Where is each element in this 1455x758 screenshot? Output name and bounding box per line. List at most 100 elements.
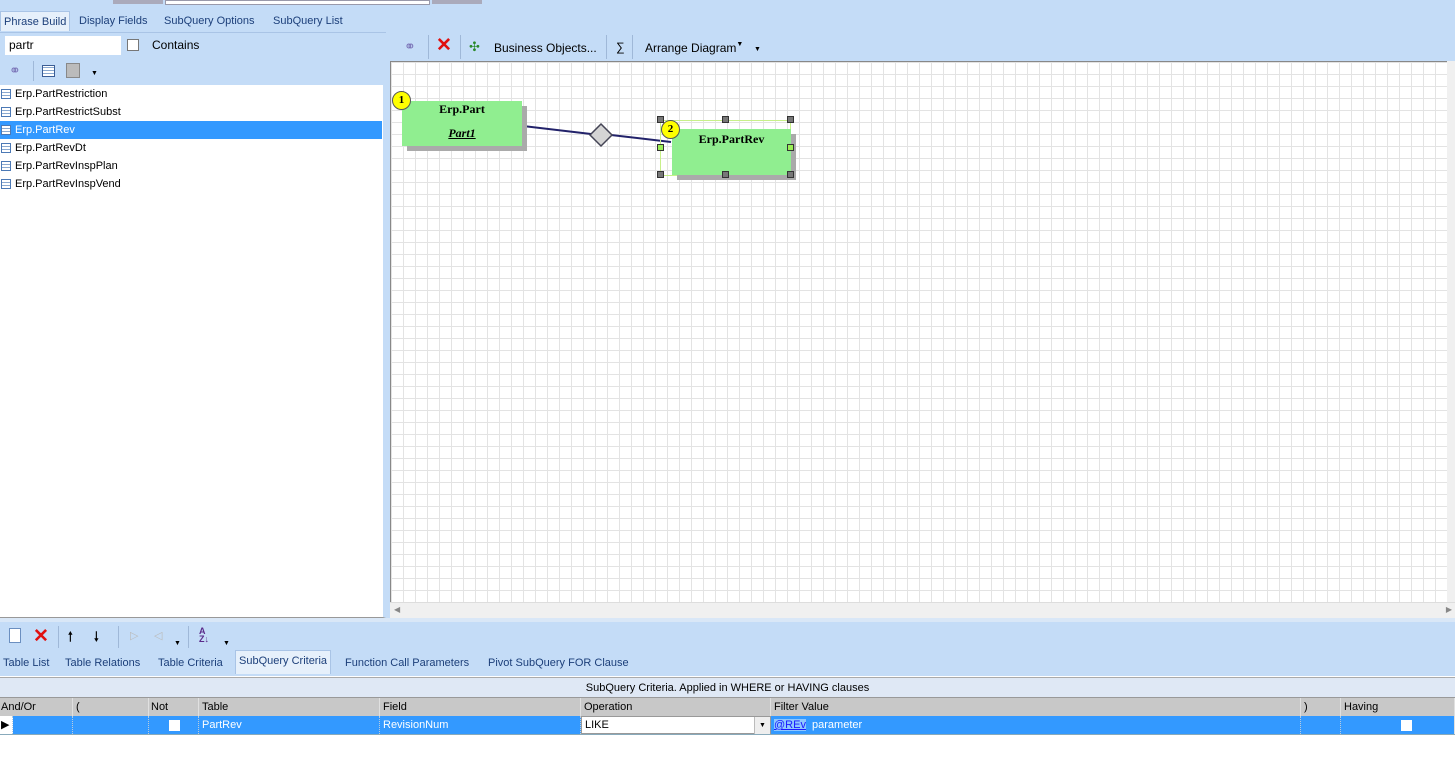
list-item-label: Erp.PartRevInspVend xyxy=(15,178,121,190)
list-item[interactable]: Erp.PartRevInspPlan xyxy=(0,157,382,175)
vertical-scrollbar[interactable] xyxy=(1447,61,1455,602)
tab-function-call-parameters[interactable]: Function Call Parameters xyxy=(342,652,472,674)
sort-az-icon[interactable]: A Z↓ xyxy=(199,627,209,644)
link-icon[interactable]: ⚭ xyxy=(9,62,21,79)
cell-field[interactable]: RevisionNum xyxy=(380,716,581,734)
scroll-left-icon[interactable]: ◀ xyxy=(394,605,400,614)
delete-icon[interactable]: ✕ xyxy=(436,34,452,57)
cell-andor[interactable] xyxy=(13,716,73,734)
dropdown-arrow-icon[interactable]: ▼ xyxy=(223,640,230,647)
diagram-canvas[interactable]: Erp.Part Part1 1 Erp.PartRev 2 xyxy=(390,61,1447,602)
dropdown-arrow-icon: ▼ xyxy=(736,41,744,48)
cell-not xyxy=(149,716,199,734)
criteria-header: And/Or ( Not Table Field Operation Filte… xyxy=(0,697,1455,716)
business-objects-button[interactable]: Business Objects... xyxy=(494,41,597,55)
row-indicator-icon: ▶ xyxy=(0,716,13,734)
tab-display-fields[interactable]: Display Fields xyxy=(76,11,150,31)
tab-subquery-criteria[interactable]: SubQuery Criteria xyxy=(235,650,332,674)
dropdown-arrow-icon[interactable]: ▼ xyxy=(754,717,770,734)
outdent-icon[interactable]: ◁ xyxy=(154,629,162,642)
table-icon xyxy=(1,161,11,171)
list-item-label: Erp.PartRevInspPlan xyxy=(15,160,118,172)
not-checkbox[interactable] xyxy=(169,720,180,731)
list-item-selected[interactable]: Erp.PartRev xyxy=(0,121,382,139)
delete-icon[interactable]: ✕ xyxy=(33,625,49,648)
col-filter-value[interactable]: Filter Value xyxy=(771,698,1301,716)
diagram-node-erp-part[interactable]: Erp.Part Part1 xyxy=(402,101,522,146)
move-up-icon[interactable]: 🠑 xyxy=(68,628,73,650)
col-field[interactable]: Field xyxy=(380,698,581,716)
tab-pivot-subquery[interactable]: Pivot SubQuery FOR Clause xyxy=(485,652,632,674)
join-diamond xyxy=(588,122,614,148)
cell-open-paren[interactable] xyxy=(73,716,149,734)
resize-handle[interactable] xyxy=(657,116,664,123)
tab-subquery-options[interactable]: SubQuery Options xyxy=(161,11,258,31)
business-objects-icon: ✣ xyxy=(469,39,480,54)
horizontal-scrollbar[interactable]: ◀ ▶ xyxy=(390,602,1455,618)
arrange-diagram-button[interactable]: Arrange Diagram▼ xyxy=(645,41,743,55)
resize-handle[interactable] xyxy=(657,144,664,151)
col-having[interactable]: Having xyxy=(1341,698,1455,716)
resize-handle[interactable] xyxy=(722,171,729,178)
table-icon[interactable] xyxy=(42,65,55,77)
table-icon xyxy=(1,107,11,117)
resize-handle[interactable] xyxy=(787,171,794,178)
cell-close-paren[interactable] xyxy=(1301,716,1341,734)
col-andor[interactable]: And/Or xyxy=(0,698,73,716)
arrange-diagram-label: Arrange Diagram xyxy=(645,41,737,55)
table-row[interactable]: ▶ PartRev RevisionNum LIKE ▼ @REv parame… xyxy=(0,716,1455,735)
top-combo-partial[interactable] xyxy=(165,0,430,5)
cell-filter-value[interactable]: @REv parameter xyxy=(771,716,1301,734)
node-number-badge: 1 xyxy=(392,91,411,110)
tab-table-relations[interactable]: Table Relations xyxy=(62,652,143,674)
contains-checkbox[interactable] xyxy=(127,39,139,51)
resize-handle[interactable] xyxy=(657,171,664,178)
resize-handle[interactable] xyxy=(722,116,729,123)
dropdown-arrow-icon[interactable]: ▼ xyxy=(91,70,98,77)
tab-table-criteria[interactable]: Table Criteria xyxy=(155,652,226,674)
scroll-right-icon[interactable]: ▶ xyxy=(1446,605,1452,614)
filter-parameter-link[interactable]: @REv xyxy=(774,719,806,731)
list-item-label: Erp.PartRestriction xyxy=(15,88,108,100)
list-item[interactable]: Erp.PartRestriction xyxy=(0,85,382,103)
node-title: Erp.PartRev xyxy=(698,132,765,146)
col-close-paren[interactable]: ) xyxy=(1301,698,1341,716)
indent-icon[interactable]: ▷ xyxy=(130,629,138,642)
list-item-label: Erp.PartRestrictSubst xyxy=(15,106,121,118)
link-icon[interactable]: ⚭ xyxy=(404,38,416,55)
list-item[interactable]: Erp.PartRevInspVend xyxy=(0,175,382,193)
filter-value-text: parameter xyxy=(812,719,863,731)
having-checkbox[interactable] xyxy=(1401,720,1412,731)
node-title: Erp.Part xyxy=(439,102,485,116)
table-icon xyxy=(1,125,11,135)
tab-table-list[interactable]: Table List xyxy=(0,652,52,674)
new-icon[interactable] xyxy=(9,628,21,643)
criteria-caption: SubQuery Criteria. Applied in WHERE or H… xyxy=(0,677,1455,697)
move-down-icon[interactable]: 🠓 xyxy=(94,628,99,650)
top-toolbar-partial-2 xyxy=(432,0,482,4)
col-not[interactable]: Not xyxy=(149,698,199,716)
list-item[interactable]: Erp.PartRestrictSubst xyxy=(0,103,382,121)
tab-subquery-list[interactable]: SubQuery List xyxy=(270,11,346,31)
top-toolbar-partial xyxy=(113,0,163,4)
sum-button[interactable]: ∑ xyxy=(616,40,625,54)
dropdown-arrow-icon[interactable]: ▼ xyxy=(174,640,181,647)
tab-phrase-build[interactable]: Phrase Build xyxy=(0,11,71,31)
print-icon[interactable] xyxy=(66,63,80,78)
cell-table[interactable]: PartRev xyxy=(199,716,380,734)
diagram-node-erp-partrev[interactable]: Erp.PartRev xyxy=(672,129,791,175)
list-item-label: Erp.PartRev xyxy=(15,124,75,136)
resize-handle[interactable] xyxy=(787,144,794,151)
col-operation[interactable]: Operation xyxy=(581,698,771,716)
operation-select[interactable]: LIKE ▼ xyxy=(581,716,771,734)
table-icon xyxy=(1,143,11,153)
node-alias: Part1 xyxy=(448,126,476,140)
table-icon xyxy=(1,179,11,189)
col-open-paren[interactable]: ( xyxy=(73,698,149,716)
col-table[interactable]: Table xyxy=(199,698,380,716)
search-input[interactable]: partr xyxy=(5,36,121,55)
resize-handle[interactable] xyxy=(787,116,794,123)
toolbar-overflow-icon[interactable]: ▼ xyxy=(754,46,761,53)
list-item[interactable]: Erp.PartRevDt xyxy=(0,139,382,157)
operation-value: LIKE xyxy=(585,719,609,731)
